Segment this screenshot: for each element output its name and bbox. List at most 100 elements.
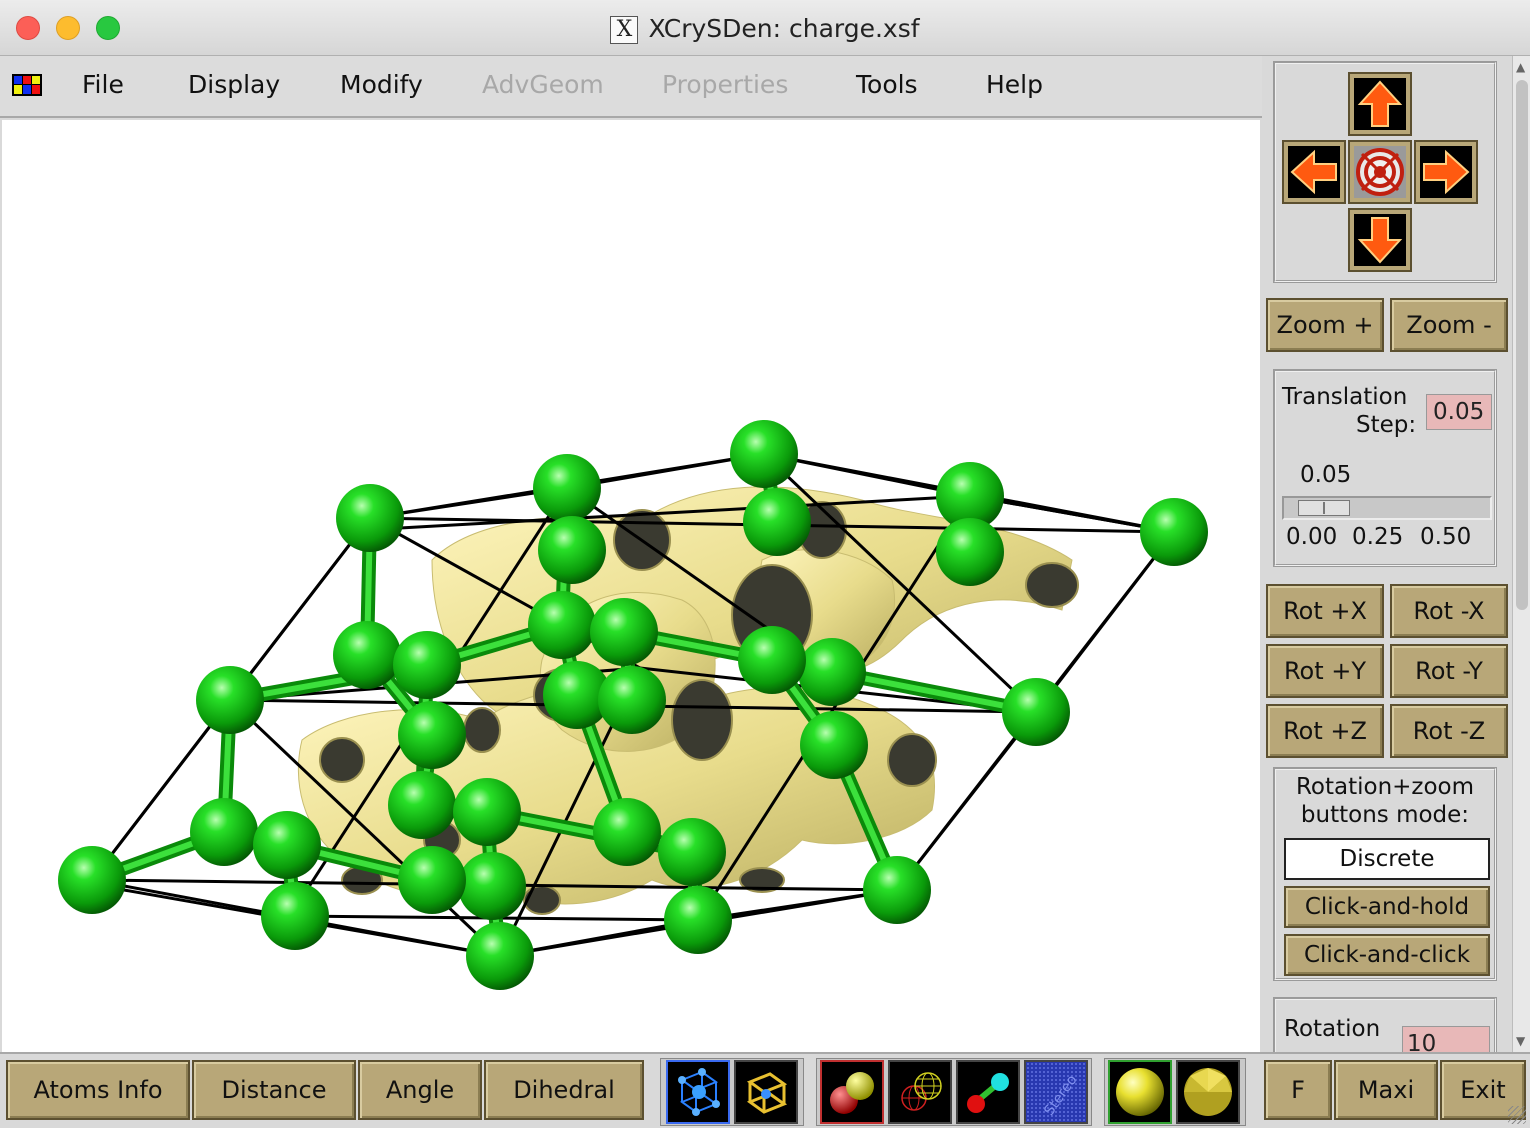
arrow-left-icon	[1288, 146, 1340, 198]
zoom-out-button[interactable]: Zoom -	[1390, 298, 1508, 352]
menu-properties: Properties	[662, 70, 788, 99]
button-mode-label-1: Rotation+zoom	[1295, 774, 1475, 800]
stereo-icon[interactable]: Stereo	[1024, 1060, 1088, 1124]
mode-click-and-click-button[interactable]: Click-and-click	[1284, 934, 1490, 976]
atom-sphere	[590, 598, 658, 666]
atom-sphere	[190, 798, 258, 866]
translate-left-button[interactable]	[1282, 140, 1346, 204]
maxi-label: Maxi	[1357, 1076, 1415, 1104]
atom-sphere	[196, 666, 264, 734]
atom-sphere	[738, 626, 806, 694]
title-bar: X XCrySDen: charge.xsf	[0, 0, 1530, 56]
mode-discrete-button[interactable]: Discrete	[1284, 838, 1490, 880]
mode-click-and-hold-button[interactable]: Click-and-hold	[1284, 886, 1490, 928]
scroll-down-icon[interactable]: ▼	[1516, 1034, 1525, 1048]
rotate-plus-z-button[interactable]: Rot +Z	[1266, 704, 1384, 758]
rotate-plus-x-button[interactable]: Rot +X	[1266, 584, 1384, 638]
atom-sphere	[1140, 498, 1208, 566]
menu-display-label: Display	[188, 70, 281, 99]
structure-viewport[interactable]	[2, 120, 1260, 1052]
menu-advgeom: AdvGeom	[482, 70, 604, 99]
angle-label: Angle	[385, 1076, 455, 1104]
window-resize-grip[interactable]	[1508, 1106, 1526, 1124]
translation-slider-thumb[interactable]	[1298, 500, 1350, 516]
translate-up-button[interactable]	[1348, 72, 1412, 136]
dihedral-button[interactable]: Dihedral	[484, 1060, 644, 1120]
unit-cell-icon[interactable]	[734, 1060, 798, 1124]
atom-sphere	[743, 488, 811, 556]
flat-lighting-icon[interactable]	[1176, 1060, 1240, 1124]
atom-sphere	[664, 886, 732, 954]
translation-slider-value: 0.05	[1300, 462, 1352, 488]
atom-sphere	[388, 771, 456, 839]
wireframe-sphere-icon[interactable]	[888, 1060, 952, 1124]
f-button[interactable]: F	[1264, 1060, 1332, 1120]
rotate-minus-x-label: Rot -X	[1413, 597, 1485, 625]
menu-bar: File Display Modify AdvGeom Properties T…	[0, 56, 1262, 118]
menu-properties-label: Properties	[662, 70, 789, 99]
maxi-button[interactable]: Maxi	[1334, 1060, 1438, 1120]
button-mode-label-2: buttons mode:	[1300, 802, 1470, 828]
atom-sphere	[593, 798, 661, 866]
atom-sphere	[538, 516, 606, 584]
distance-label: Distance	[221, 1076, 327, 1104]
angle-button[interactable]: Angle	[358, 1060, 482, 1120]
slider-tick-1: 0.25	[1352, 524, 1404, 550]
translate-right-button[interactable]	[1414, 140, 1478, 204]
menu-advgeom-label: AdvGeom	[482, 70, 604, 99]
atoms-info-button[interactable]: Atoms Info	[6, 1060, 190, 1120]
smooth-lighting-icon[interactable]	[1108, 1060, 1172, 1124]
atom-sphere	[863, 856, 931, 924]
menu-file-label: File	[82, 70, 124, 99]
scrollbar-thumb[interactable]	[1516, 80, 1528, 610]
distance-button[interactable]: Distance	[192, 1060, 356, 1120]
atom-sphere	[466, 922, 534, 990]
atom-sphere	[336, 484, 404, 552]
menu-tools[interactable]: Tools	[856, 70, 918, 99]
rotate-minus-z-button[interactable]: Rot -Z	[1390, 704, 1508, 758]
atom-sphere	[800, 711, 868, 779]
menu-help[interactable]: Help	[986, 70, 1043, 99]
rotate-minus-x-button[interactable]: Rot -X	[1390, 584, 1508, 638]
atom-sphere	[458, 852, 526, 920]
isosurface-hole	[463, 707, 501, 753]
translate-down-button[interactable]	[1348, 208, 1412, 272]
translation-slider[interactable]	[1282, 496, 1492, 520]
atom-sphere	[453, 778, 521, 846]
arrow-down-icon	[1354, 214, 1406, 266]
arrow-right-icon	[1420, 146, 1472, 198]
ball-stick-color-icon[interactable]	[956, 1060, 1020, 1124]
arrow-up-icon	[1354, 78, 1406, 130]
crystal-structure-render[interactable]	[2, 120, 1260, 1052]
mode-click-and-click-label: Click-and-click	[1303, 942, 1471, 968]
rotate-plus-y-label: Rot +Y	[1283, 657, 1367, 685]
app-flag-icon	[12, 74, 42, 96]
rotation-step-input[interactable]: 10	[1402, 1026, 1490, 1052]
translation-step-label-1: Translation	[1282, 384, 1408, 410]
rotate-plus-x-label: Rot +X	[1283, 597, 1367, 625]
exit-label: Exit	[1460, 1076, 1506, 1104]
control-panel-scrollbar[interactable]: ▲ ▼	[1512, 56, 1530, 1052]
control-panel: Zoom + Zoom - Translation Step: 0.05 0.0…	[1262, 56, 1512, 1052]
scroll-up-icon[interactable]: ▲	[1516, 60, 1525, 74]
translation-step-input[interactable]: 0.05	[1426, 394, 1492, 430]
rotate-plus-y-button[interactable]: Rot +Y	[1266, 644, 1384, 698]
space-fill-icon[interactable]	[820, 1060, 884, 1124]
menu-display[interactable]: Display	[188, 70, 280, 99]
bottom-toolbar: Atoms Info Distance Angle Dihedral Stere…	[0, 1052, 1530, 1128]
menu-file[interactable]: File	[82, 70, 124, 99]
center-target-icon	[1354, 146, 1406, 198]
rotate-minus-y-button[interactable]: Rot -Y	[1390, 644, 1508, 698]
rotate-minus-z-label: Rot -Z	[1412, 717, 1486, 745]
atoms-info-label: Atoms Info	[33, 1076, 163, 1104]
slider-tick-0: 0.00	[1286, 524, 1338, 550]
atom-sphere	[598, 666, 666, 734]
translate-center-button[interactable]	[1348, 140, 1412, 204]
menu-modify-label: Modify	[340, 70, 423, 99]
menu-modify[interactable]: Modify	[340, 70, 423, 99]
zoom-in-button[interactable]: Zoom +	[1266, 298, 1384, 352]
atom-sphere	[658, 818, 726, 886]
menu-tools-label: Tools	[856, 70, 918, 99]
crystal-cell-icon[interactable]	[666, 1060, 730, 1124]
isosurface-hole	[671, 679, 733, 761]
